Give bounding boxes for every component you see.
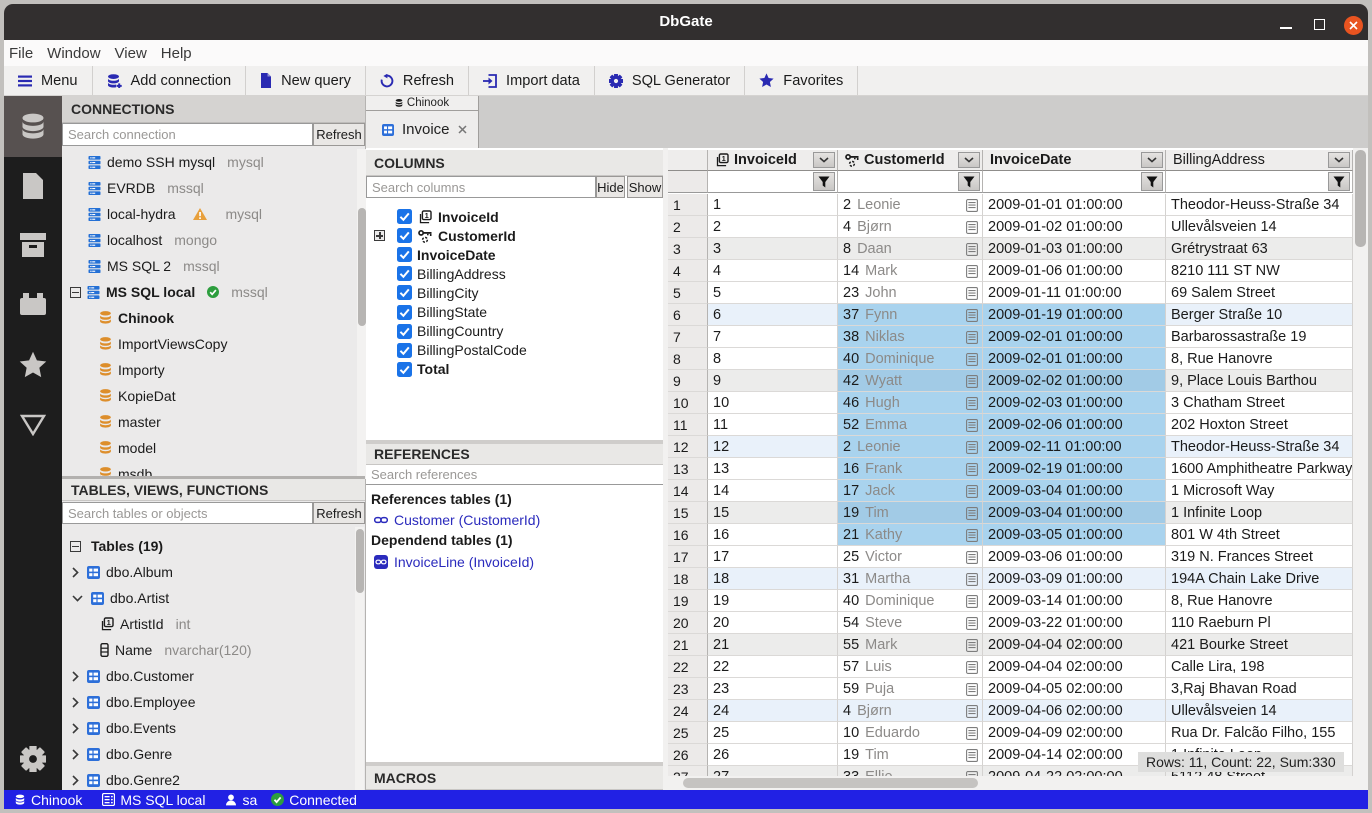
svg-text:1: 1	[107, 618, 111, 627]
svg-text:1: 1	[722, 154, 726, 163]
svg-text:1: 1	[425, 210, 429, 219]
